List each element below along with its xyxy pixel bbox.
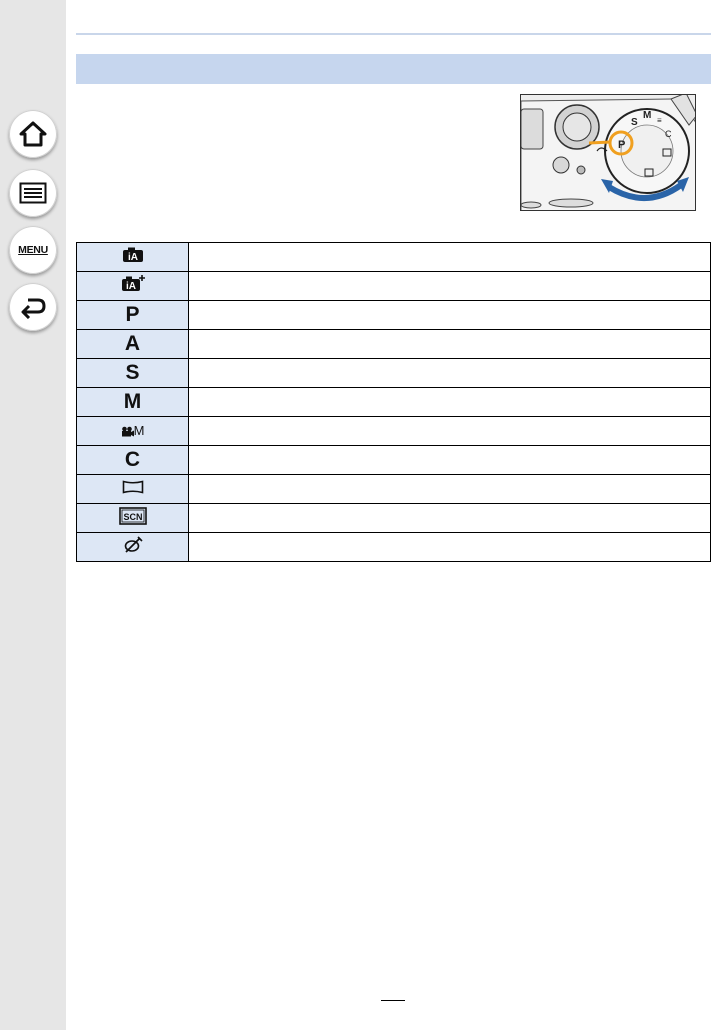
back-button[interactable] bbox=[9, 283, 57, 331]
section-header bbox=[76, 54, 711, 84]
top-rule bbox=[76, 33, 711, 35]
table-row bbox=[76, 532, 711, 562]
table-row: C bbox=[76, 445, 711, 475]
intelligent-auto-plus-icon: iA bbox=[121, 275, 145, 292]
table-row: P bbox=[76, 300, 711, 330]
table-row: iA bbox=[76, 242, 711, 272]
scene-guide-icon: SCN bbox=[118, 506, 147, 525]
aperture-priority-icon: A bbox=[124, 332, 141, 355]
table-row bbox=[76, 474, 711, 504]
svg-text:C: C bbox=[665, 129, 672, 139]
intelligent-auto-icon: iA bbox=[122, 247, 143, 263]
mode-table: iA iA P A S M M C SCN bbox=[76, 242, 711, 562]
svg-text:iA: iA bbox=[128, 252, 138, 263]
svg-text:P: P bbox=[618, 139, 625, 151]
contents-button[interactable] bbox=[9, 169, 57, 217]
menu-button[interactable]: MENU bbox=[9, 226, 57, 274]
svg-text:iA: iA bbox=[126, 281, 136, 292]
mode-dial-illustration: P S M ≡ C bbox=[520, 94, 696, 211]
manual-exposure-icon: M bbox=[123, 390, 142, 413]
svg-text:S: S bbox=[631, 117, 638, 128]
movie-camera-icon bbox=[121, 426, 134, 436]
table-row: M bbox=[76, 416, 711, 446]
home-button[interactable] bbox=[9, 110, 57, 158]
creative-control-icon bbox=[124, 536, 143, 553]
panorama-icon bbox=[122, 479, 143, 494]
table-row: S bbox=[76, 358, 711, 388]
table-row: SCN bbox=[76, 503, 711, 533]
custom-icon: C bbox=[124, 448, 141, 471]
table-row: A bbox=[76, 329, 711, 359]
svg-text:≡: ≡ bbox=[657, 116, 662, 125]
creative-video-icon: M bbox=[121, 417, 144, 445]
contents-list-icon bbox=[19, 182, 47, 204]
menu-icon: MENU bbox=[18, 244, 48, 256]
svg-text:M: M bbox=[643, 110, 651, 121]
program-ae-icon: P bbox=[125, 303, 140, 326]
shutter-priority-icon: S bbox=[125, 361, 140, 384]
back-icon bbox=[21, 298, 46, 319]
home-icon bbox=[19, 121, 47, 147]
svg-text:SCN: SCN bbox=[123, 512, 142, 522]
navigation-sidebar: MENU bbox=[0, 0, 66, 1030]
table-row: M bbox=[76, 387, 711, 417]
page-number-rule bbox=[381, 1000, 405, 1001]
table-row: iA bbox=[76, 271, 711, 301]
